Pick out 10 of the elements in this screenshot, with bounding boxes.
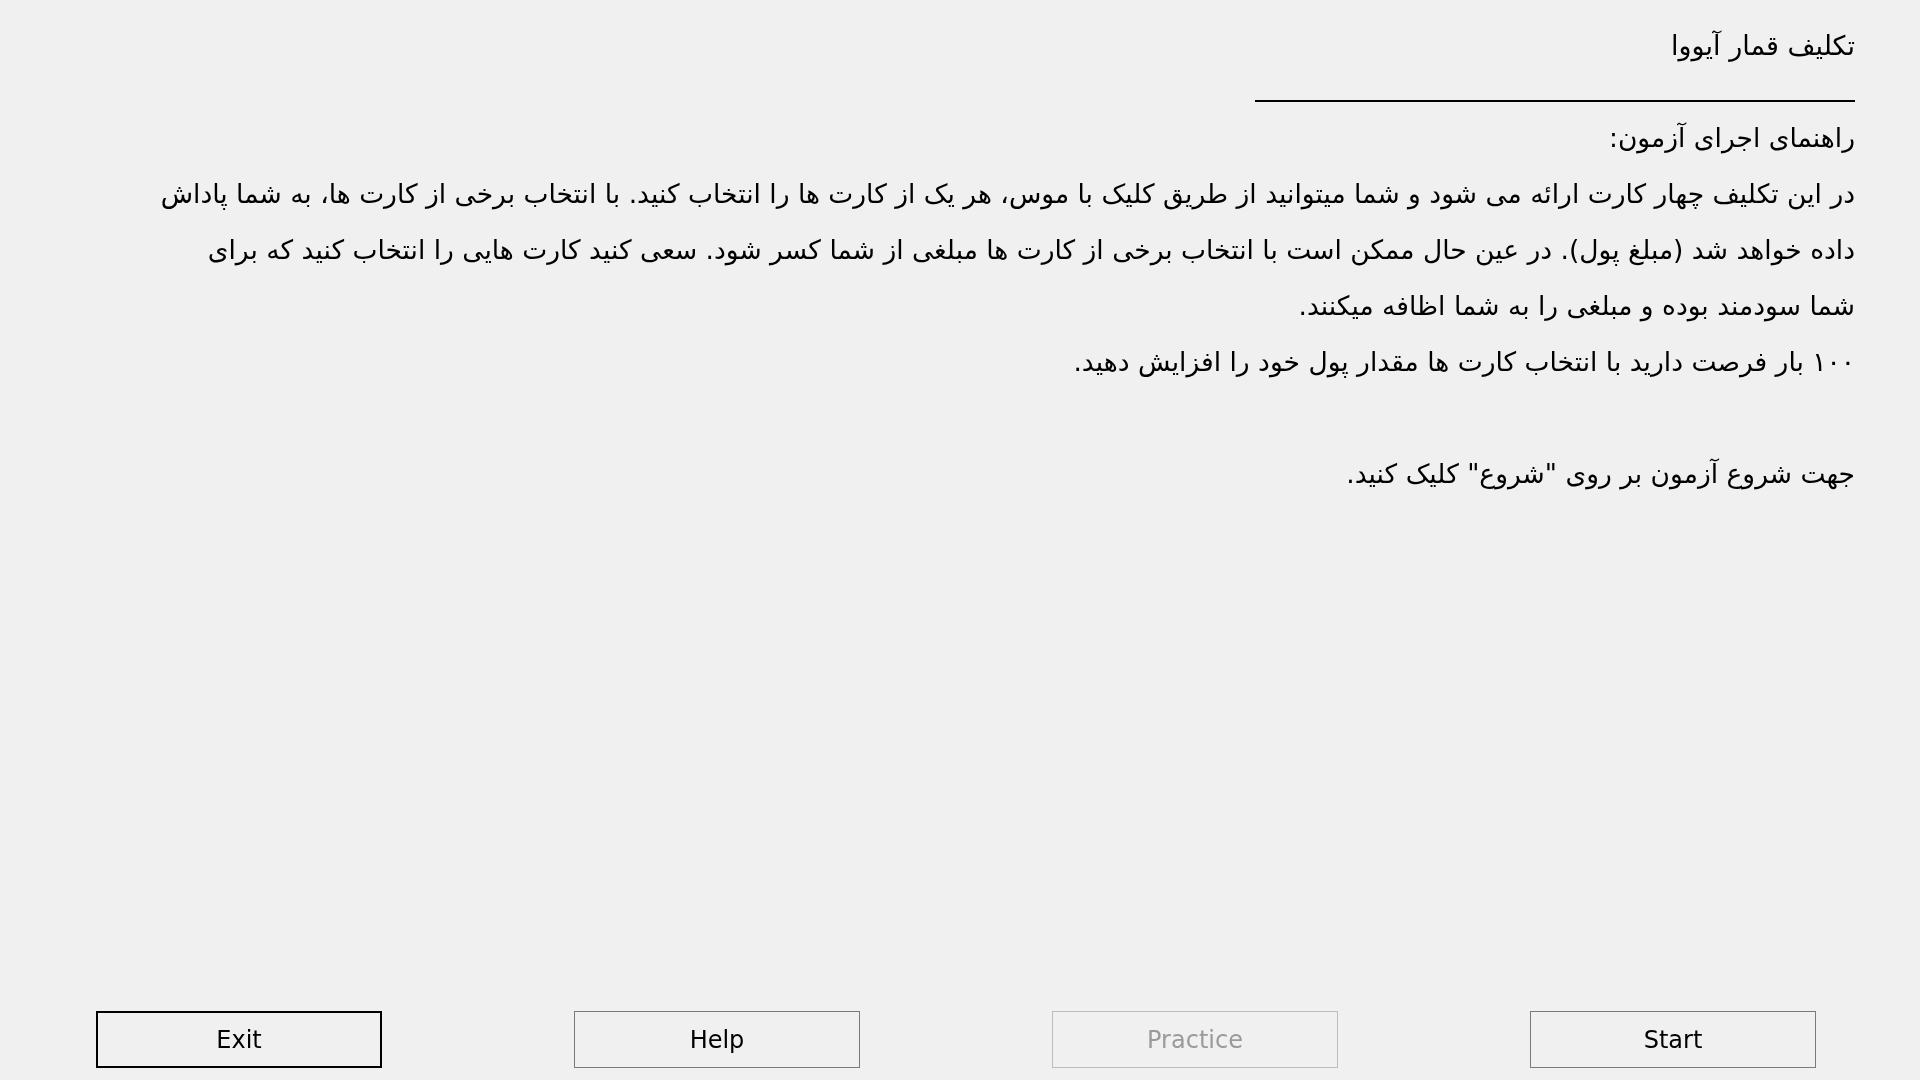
start-prompt: جهت شروع آزمون بر روی "شروع" کلیک کنید. xyxy=(1346,457,1855,492)
instruction-line: شما سودمند بوده و مبلغی را به شما اظافه میکنند. xyxy=(1298,289,1855,324)
dialog-button[interactable]: Start xyxy=(1530,1011,1816,1068)
instruction-line: داده خواهد شد (مبلغ پول). در عین حال ممکن است با انتخاب برخی از کارت ها مبلغی از شما کسر شود. سعی کنید کارت هایی را انتخاب کنید که برای xyxy=(207,233,1855,268)
dialog-button[interactable]: Help xyxy=(574,1011,860,1068)
page-title: تکلیف قمار آیووا xyxy=(1671,29,1855,64)
instruction-line: در این تکلیف چهار کارت ارائه می شود و شما میتوانید از طریق کلیک با موس، هر یک از کارت ها را انتخاب کنید. با انتخاب برخی از کارت ها، به شما پاداش xyxy=(160,177,1855,212)
instruction-line: ۱۰۰ بار فرصت دارید با انتخاب کارت ها مقدار پول خود را افزایش دهید. xyxy=(1073,345,1855,380)
instructions-heading: راهنمای اجرای آزمون: xyxy=(1608,121,1855,156)
dialog-button[interactable]: Exit xyxy=(96,1011,382,1068)
